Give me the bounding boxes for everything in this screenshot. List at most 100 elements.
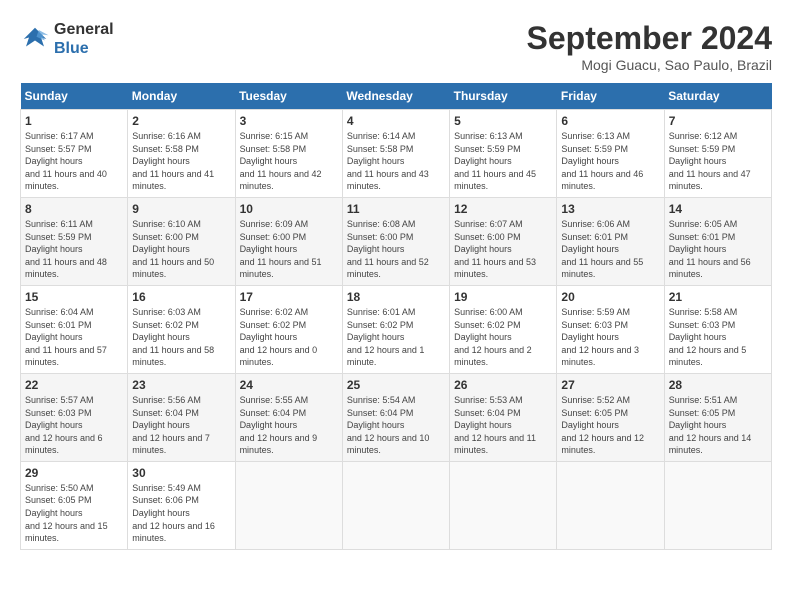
calendar-cell: 17 Sunrise: 6:02 AM Sunset: 6:02 PM Dayl… <box>235 285 342 373</box>
day-number: 13 <box>561 202 659 216</box>
calendar-cell: 7 Sunrise: 6:12 AM Sunset: 5:59 PM Dayli… <box>664 110 771 198</box>
day-number: 24 <box>240 378 338 392</box>
calendar-cell: 8 Sunrise: 6:11 AM Sunset: 5:59 PM Dayli… <box>21 197 128 285</box>
day-number: 20 <box>561 290 659 304</box>
day-info: Sunrise: 6:13 AM Sunset: 5:59 PM Dayligh… <box>454 130 552 193</box>
calendar-cell <box>557 461 664 549</box>
calendar-cell: 3 Sunrise: 6:15 AM Sunset: 5:58 PM Dayli… <box>235 110 342 198</box>
col-thursday: Thursday <box>450 83 557 110</box>
day-number: 8 <box>25 202 123 216</box>
day-number: 11 <box>347 202 445 216</box>
calendar-cell: 12 Sunrise: 6:07 AM Sunset: 6:00 PM Dayl… <box>450 197 557 285</box>
day-number: 21 <box>669 290 767 304</box>
day-info: Sunrise: 6:15 AM Sunset: 5:58 PM Dayligh… <box>240 130 338 193</box>
day-info: Sunrise: 5:49 AM Sunset: 6:06 PM Dayligh… <box>132 482 230 545</box>
day-number: 19 <box>454 290 552 304</box>
day-info: Sunrise: 6:01 AM Sunset: 6:02 PM Dayligh… <box>347 306 445 369</box>
calendar-cell <box>235 461 342 549</box>
col-saturday: Saturday <box>664 83 771 110</box>
day-number: 17 <box>240 290 338 304</box>
day-info: Sunrise: 6:02 AM Sunset: 6:02 PM Dayligh… <box>240 306 338 369</box>
calendar-cell: 9 Sunrise: 6:10 AM Sunset: 6:00 PM Dayli… <box>128 197 235 285</box>
calendar-cell: 6 Sunrise: 6:13 AM Sunset: 5:59 PM Dayli… <box>557 110 664 198</box>
subtitle: Mogi Guacu, Sao Paulo, Brazil <box>527 57 772 73</box>
day-number: 6 <box>561 114 659 128</box>
day-number: 23 <box>132 378 230 392</box>
day-number: 10 <box>240 202 338 216</box>
day-number: 7 <box>669 114 767 128</box>
calendar-table: Sunday Monday Tuesday Wednesday Thursday… <box>20 83 772 550</box>
calendar-cell: 25 Sunrise: 5:54 AM Sunset: 6:04 PM Dayl… <box>342 373 449 461</box>
page-header: General Blue September 2024 Mogi Guacu, … <box>20 20 772 73</box>
calendar-cell: 23 Sunrise: 5:56 AM Sunset: 6:04 PM Dayl… <box>128 373 235 461</box>
col-tuesday: Tuesday <box>235 83 342 110</box>
calendar-cell <box>342 461 449 549</box>
day-number: 22 <box>25 378 123 392</box>
day-info: Sunrise: 6:00 AM Sunset: 6:02 PM Dayligh… <box>454 306 552 369</box>
calendar-header-row: Sunday Monday Tuesday Wednesday Thursday… <box>21 83 772 110</box>
day-number: 5 <box>454 114 552 128</box>
col-monday: Monday <box>128 83 235 110</box>
calendar-cell: 20 Sunrise: 5:59 AM Sunset: 6:03 PM Dayl… <box>557 285 664 373</box>
day-info: Sunrise: 6:07 AM Sunset: 6:00 PM Dayligh… <box>454 218 552 281</box>
calendar-cell: 11 Sunrise: 6:08 AM Sunset: 6:00 PM Dayl… <box>342 197 449 285</box>
day-info: Sunrise: 6:12 AM Sunset: 5:59 PM Dayligh… <box>669 130 767 193</box>
day-info: Sunrise: 5:53 AM Sunset: 6:04 PM Dayligh… <box>454 394 552 457</box>
day-info: Sunrise: 6:10 AM Sunset: 6:00 PM Dayligh… <box>132 218 230 281</box>
day-info: Sunrise: 5:59 AM Sunset: 6:03 PM Dayligh… <box>561 306 659 369</box>
day-info: Sunrise: 6:08 AM Sunset: 6:00 PM Dayligh… <box>347 218 445 281</box>
calendar-cell: 26 Sunrise: 5:53 AM Sunset: 6:04 PM Dayl… <box>450 373 557 461</box>
calendar-cell: 22 Sunrise: 5:57 AM Sunset: 6:03 PM Dayl… <box>21 373 128 461</box>
month-title: September 2024 <box>527 20 772 57</box>
day-info: Sunrise: 5:51 AM Sunset: 6:05 PM Dayligh… <box>669 394 767 457</box>
day-number: 25 <box>347 378 445 392</box>
day-info: Sunrise: 6:16 AM Sunset: 5:58 PM Dayligh… <box>132 130 230 193</box>
calendar-cell: 19 Sunrise: 6:00 AM Sunset: 6:02 PM Dayl… <box>450 285 557 373</box>
day-info: Sunrise: 6:14 AM Sunset: 5:58 PM Dayligh… <box>347 130 445 193</box>
calendar-cell: 24 Sunrise: 5:55 AM Sunset: 6:04 PM Dayl… <box>235 373 342 461</box>
col-wednesday: Wednesday <box>342 83 449 110</box>
day-info: Sunrise: 6:09 AM Sunset: 6:00 PM Dayligh… <box>240 218 338 281</box>
day-info: Sunrise: 6:06 AM Sunset: 6:01 PM Dayligh… <box>561 218 659 281</box>
logo: General Blue <box>20 20 114 58</box>
calendar-cell: 5 Sunrise: 6:13 AM Sunset: 5:59 PM Dayli… <box>450 110 557 198</box>
day-info: Sunrise: 6:11 AM Sunset: 5:59 PM Dayligh… <box>25 218 123 281</box>
day-info: Sunrise: 6:03 AM Sunset: 6:02 PM Dayligh… <box>132 306 230 369</box>
day-number: 14 <box>669 202 767 216</box>
day-number: 27 <box>561 378 659 392</box>
day-info: Sunrise: 6:04 AM Sunset: 6:01 PM Dayligh… <box>25 306 123 369</box>
day-info: Sunrise: 5:50 AM Sunset: 6:05 PM Dayligh… <box>25 482 123 545</box>
day-number: 18 <box>347 290 445 304</box>
day-number: 16 <box>132 290 230 304</box>
day-number: 9 <box>132 202 230 216</box>
calendar-cell: 21 Sunrise: 5:58 AM Sunset: 6:03 PM Dayl… <box>664 285 771 373</box>
calendar-cell: 2 Sunrise: 6:16 AM Sunset: 5:58 PM Dayli… <box>128 110 235 198</box>
title-block: September 2024 Mogi Guacu, Sao Paulo, Br… <box>527 20 772 73</box>
calendar-cell: 14 Sunrise: 6:05 AM Sunset: 6:01 PM Dayl… <box>664 197 771 285</box>
calendar-cell: 4 Sunrise: 6:14 AM Sunset: 5:58 PM Dayli… <box>342 110 449 198</box>
day-number: 15 <box>25 290 123 304</box>
day-info: Sunrise: 5:58 AM Sunset: 6:03 PM Dayligh… <box>669 306 767 369</box>
day-number: 29 <box>25 466 123 480</box>
day-number: 3 <box>240 114 338 128</box>
day-info: Sunrise: 6:17 AM Sunset: 5:57 PM Dayligh… <box>25 130 123 193</box>
day-info: Sunrise: 6:13 AM Sunset: 5:59 PM Dayligh… <box>561 130 659 193</box>
logo-icon <box>20 24 50 54</box>
calendar-cell: 29 Sunrise: 5:50 AM Sunset: 6:05 PM Dayl… <box>21 461 128 549</box>
calendar-cell: 18 Sunrise: 6:01 AM Sunset: 6:02 PM Dayl… <box>342 285 449 373</box>
calendar-cell: 30 Sunrise: 5:49 AM Sunset: 6:06 PM Dayl… <box>128 461 235 549</box>
day-number: 2 <box>132 114 230 128</box>
calendar-cell: 16 Sunrise: 6:03 AM Sunset: 6:02 PM Dayl… <box>128 285 235 373</box>
day-info: Sunrise: 5:52 AM Sunset: 6:05 PM Dayligh… <box>561 394 659 457</box>
day-info: Sunrise: 5:54 AM Sunset: 6:04 PM Dayligh… <box>347 394 445 457</box>
day-info: Sunrise: 5:57 AM Sunset: 6:03 PM Dayligh… <box>25 394 123 457</box>
calendar-cell: 13 Sunrise: 6:06 AM Sunset: 6:01 PM Dayl… <box>557 197 664 285</box>
calendar-cell: 28 Sunrise: 5:51 AM Sunset: 6:05 PM Dayl… <box>664 373 771 461</box>
day-info: Sunrise: 6:05 AM Sunset: 6:01 PM Dayligh… <box>669 218 767 281</box>
day-number: 4 <box>347 114 445 128</box>
calendar-cell: 27 Sunrise: 5:52 AM Sunset: 6:05 PM Dayl… <box>557 373 664 461</box>
calendar-cell <box>664 461 771 549</box>
day-number: 12 <box>454 202 552 216</box>
day-number: 26 <box>454 378 552 392</box>
day-info: Sunrise: 5:55 AM Sunset: 6:04 PM Dayligh… <box>240 394 338 457</box>
